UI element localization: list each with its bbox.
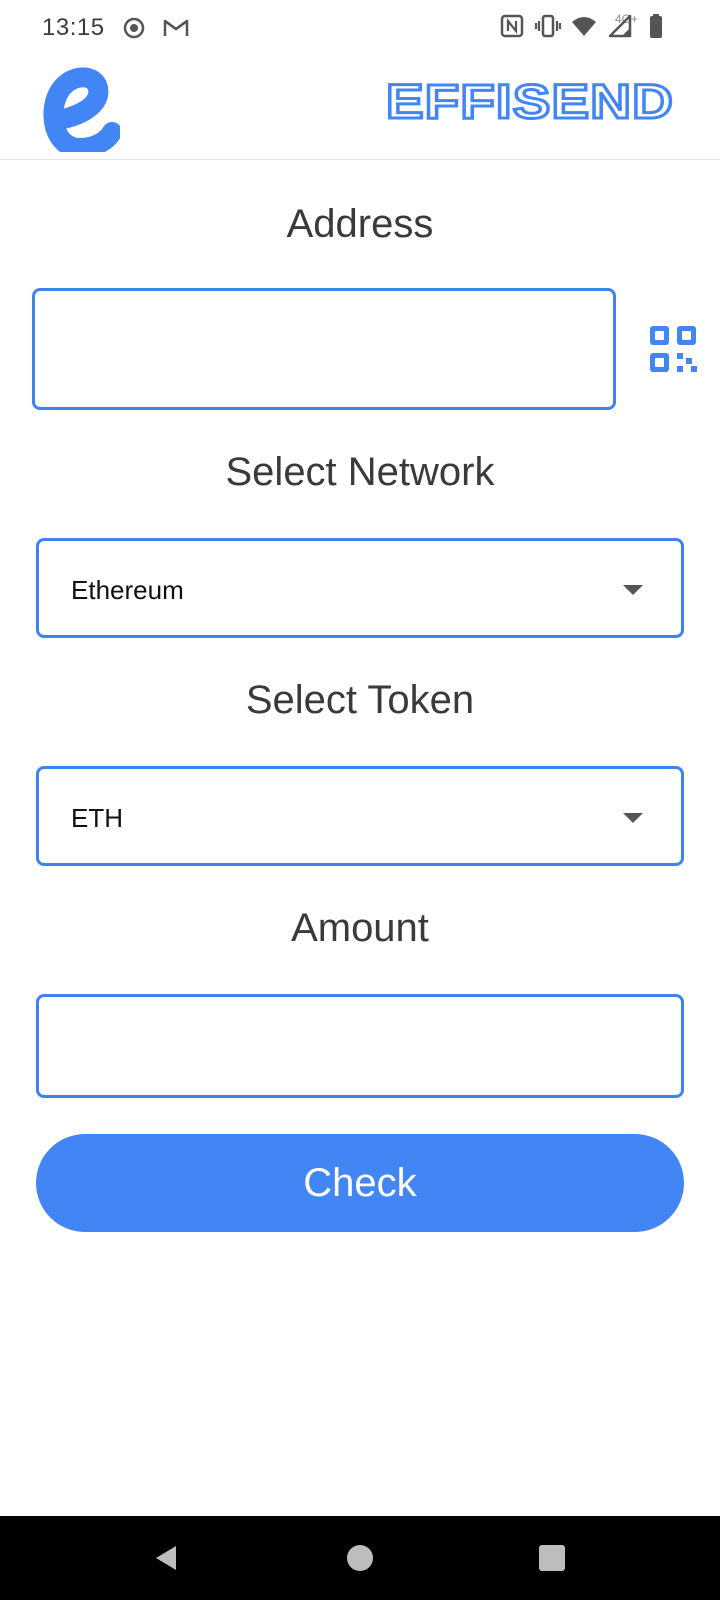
qr-code-icon[interactable]: [648, 324, 698, 374]
amount-title: Amount: [291, 906, 429, 950]
address-title: Address: [286, 202, 434, 246]
system-nav-bar: [0, 1516, 720, 1600]
network-title: Select Network: [225, 450, 495, 494]
network-selected-value: Ethereum: [71, 575, 184, 605]
nfc-icon: [500, 14, 524, 38]
status-right-icons: [498, 12, 670, 40]
battery-icon: [650, 14, 662, 38]
signal-icon: [608, 14, 632, 38]
wifi-icon: [572, 17, 596, 36]
brand-logo-text: EFFISEND: [385, 75, 675, 131]
chevron-down-icon: [623, 585, 643, 595]
status-left-icons: [120, 14, 190, 42]
status-time: 13:15: [42, 14, 105, 41]
check-button[interactable]: Check: [36, 1134, 684, 1232]
effisend-logo-icon: [43, 67, 120, 152]
brand-name: EFFISEND: [386, 76, 674, 129]
gmail-icon: [163, 19, 189, 36]
amount-input[interactable]: [36, 994, 684, 1098]
token-select[interactable]: ETH: [36, 766, 684, 866]
token-title: Select Token: [245, 678, 475, 722]
screen-record-icon: [123, 17, 145, 39]
back-icon[interactable]: [150, 1542, 182, 1574]
app-header: EFFISEND: [0, 54, 720, 160]
token-selected-value: ETH: [71, 803, 123, 833]
home-icon[interactable]: [344, 1542, 376, 1574]
address-input[interactable]: [32, 288, 616, 410]
vibrate-icon: [534, 14, 562, 38]
status-bar: 13:15 4G+: [0, 0, 720, 54]
recents-icon[interactable]: [536, 1542, 568, 1574]
network-select[interactable]: Ethereum: [36, 538, 684, 638]
chevron-down-icon: [623, 813, 643, 823]
